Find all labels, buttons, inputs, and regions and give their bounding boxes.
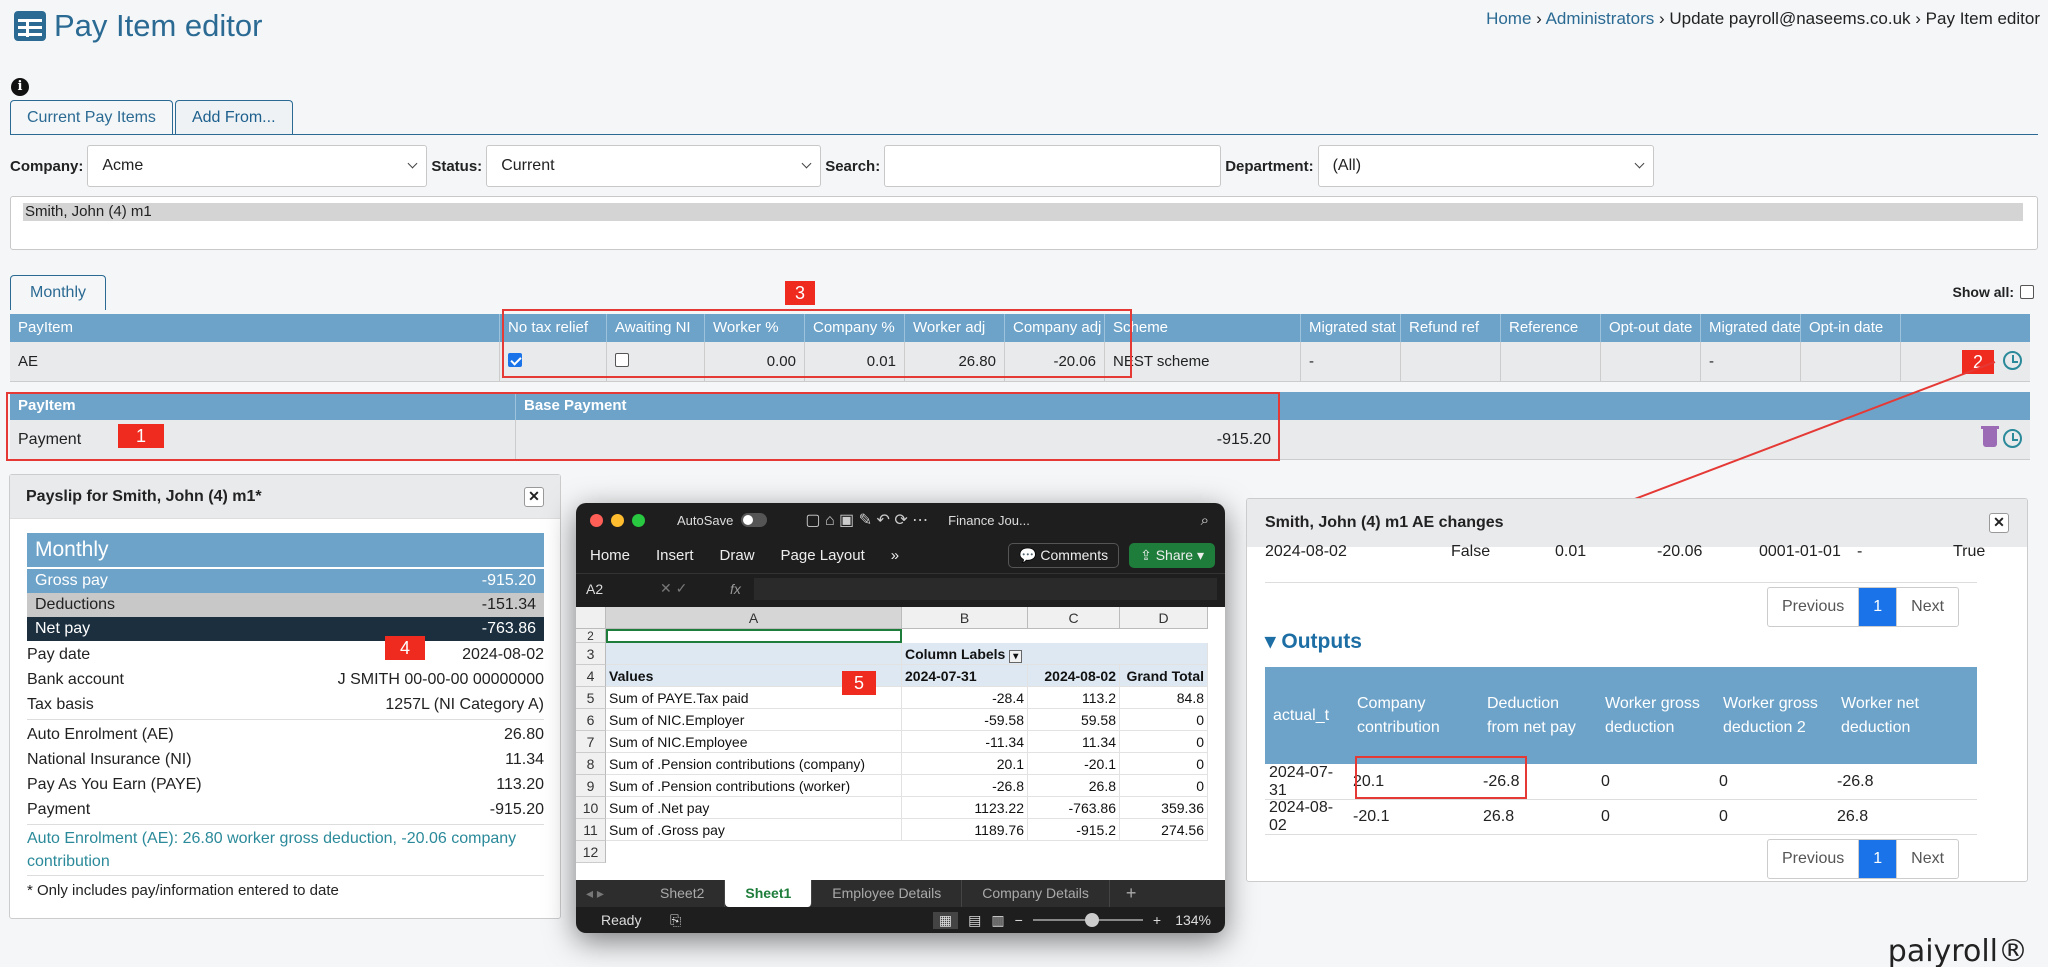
cell[interactable]: -28.4 (902, 687, 1028, 709)
sheet-tab[interactable]: Employee Details (812, 880, 963, 907)
cell[interactable]: 0 (1120, 709, 1208, 731)
cell[interactable]: 1189.76 (902, 819, 1028, 841)
cell[interactable]: -763.86 (1028, 797, 1120, 819)
previous-button[interactable]: Previous (1768, 588, 1860, 626)
cell[interactable]: 11.34 (1028, 731, 1120, 753)
next-button[interactable]: Next (1897, 588, 1958, 626)
menu-page-layout[interactable]: Page Layout (781, 547, 865, 564)
cell[interactable]: Sum of NIC.Employee (606, 731, 902, 753)
table-cell: 2024-07-31 (1269, 764, 1334, 799)
ae-changes-panel: Smith, John (4) m1 AE changes ✕ 2024-08-0… (1246, 498, 2028, 882)
sheet-tab[interactable]: Company Details (962, 880, 1110, 907)
cell[interactable]: -915.2 (1028, 819, 1120, 841)
sheet-tab-active[interactable]: Sheet1 (725, 880, 813, 907)
close-icon[interactable]: ✕ (524, 486, 544, 507)
name-box[interactable]: A2 (576, 581, 660, 597)
annotation-tag-4: 4 (385, 636, 425, 660)
cell[interactable]: -11.34 (902, 731, 1028, 753)
cell[interactable]: Sum of NIC.Employer (606, 709, 902, 731)
cell[interactable]: Sum of .Pension contributions (company) (606, 753, 902, 775)
outputs-toggle[interactable]: ▾ Outputs (1265, 629, 1362, 654)
row-header: 9 (576, 775, 606, 797)
minimize-window-button[interactable] (611, 513, 624, 527)
table-cell: 0 (1601, 808, 1610, 825)
close-icon[interactable]: ✕ (1989, 513, 2009, 533)
sheet-tab[interactable]: Sheet2 (640, 880, 726, 907)
table-cell: -26.8 (1837, 773, 1874, 790)
page-view-icon[interactable]: ▤ (968, 912, 981, 929)
normal-view-icon[interactable]: ▦ (932, 911, 959, 929)
cell[interactable]: 359.36 (1120, 797, 1208, 819)
filter-dropdown[interactable]: ▾ (1009, 650, 1023, 663)
cell[interactable]: 0 (1120, 753, 1208, 775)
row-header: 7 (576, 731, 606, 753)
row-header: 5 (576, 687, 606, 709)
table-cell: 26.8 (1483, 808, 1515, 825)
active-cell[interactable] (606, 629, 902, 643)
cell[interactable]: 20.1 (902, 753, 1028, 775)
table-cell: -20.1 (1353, 808, 1390, 825)
table-row: 2024-08-02 False 0.01 -20.06 0001-01-01 … (1265, 543, 1986, 560)
table-cell: 0 (1719, 808, 1728, 825)
row-header: 8 (576, 753, 606, 775)
cell[interactable]: 1123.22 (902, 797, 1028, 819)
cell[interactable]: 113.2 (1028, 687, 1120, 709)
share-button[interactable]: ⇪ Share ▾ (1129, 542, 1215, 568)
table-cell: 2024-08-02 (1269, 799, 1334, 834)
close-window-button[interactable] (590, 513, 603, 527)
cell[interactable]: 59.58 (1028, 709, 1120, 731)
annotation-box-outputs (1355, 756, 1527, 799)
menu-insert[interactable]: Insert (656, 547, 694, 564)
cell[interactable]: 84.8 (1120, 687, 1208, 709)
table-row: 2024-08-02 -20.1 26.8 0 0 26.8 (1265, 799, 1977, 835)
menu-home[interactable]: Home (590, 547, 630, 564)
cell[interactable]: -20.1 (1028, 753, 1120, 775)
toolbar-icons[interactable]: ▢ ⌂ ▣ ✎ ↶ ⟳ ⋯ (805, 510, 928, 530)
formula-bar[interactable] (754, 577, 1217, 600)
row-header: 6 (576, 709, 606, 731)
cell[interactable]: 0 (1120, 731, 1208, 753)
payslip-panel: Payslip for Smith, John (4) m1* ✕ Monthly… (9, 474, 561, 919)
page-1-button[interactable]: 1 (1859, 588, 1898, 626)
search-icon[interactable]: ⌕ (1201, 512, 1209, 529)
layout-view-icon[interactable]: ▥ (991, 912, 1004, 929)
add-sheet-icon[interactable]: + (1110, 883, 1153, 904)
zoom-out-icon[interactable]: − (1015, 912, 1023, 928)
fx-icon: fx (730, 580, 741, 597)
cell[interactable]: -26.8 (902, 775, 1028, 797)
comments-button[interactable]: 💬 Comments (1008, 542, 1120, 568)
autosave-toggle[interactable] (741, 513, 768, 527)
table-cell: 26.8 (1837, 808, 1869, 825)
cell[interactable]: 274.56 (1120, 819, 1208, 841)
cell[interactable]: 26.8 (1028, 775, 1120, 797)
cell[interactable]: Sum of .Gross pay (606, 819, 902, 841)
cell[interactable]: 0 (1120, 775, 1208, 797)
cell[interactable]: Sum of .Pension contributions (worker) (606, 775, 902, 797)
table-cell: 0 (1719, 773, 1728, 790)
cell[interactable]: -59.58 (902, 709, 1028, 731)
row-header: 11 (576, 819, 606, 841)
pager: Previous 1 Next (1767, 587, 1960, 627)
file-name[interactable]: Finance Jou... (948, 513, 1030, 528)
row-header: 10 (576, 797, 606, 819)
logo: paiyroll® (1887, 934, 2028, 967)
zoom-slider[interactable] (1032, 913, 1143, 927)
maximize-window-button[interactable] (632, 513, 645, 527)
menu-draw[interactable]: Draw (720, 547, 755, 564)
zoom-in-icon[interactable]: + (1153, 912, 1161, 928)
annotation-tag-5: 5 (842, 671, 876, 695)
cell[interactable]: Sum of .Net pay (606, 797, 902, 819)
table-cell: 0 (1601, 773, 1610, 790)
more-icon[interactable]: » (891, 547, 899, 564)
outputs-header: actual_t Company contribution Deduction … (1265, 667, 1977, 764)
excel-window: AutoSave ▢ ⌂ ▣ ✎ ↶ ⟳ ⋯ Finance Jou... ⌕ … (576, 503, 1225, 933)
spreadsheet[interactable]: A B C D 2 3 Column Labels ▾ 4 Values 202… (576, 607, 1225, 880)
